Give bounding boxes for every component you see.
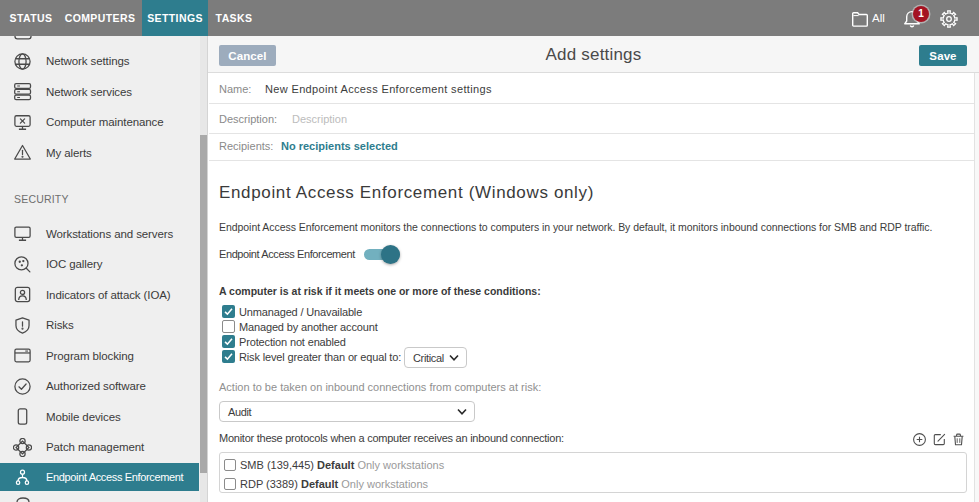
sidebar-item-indicators-of-attack[interactable]: Indicators of attack (IOA) bbox=[0, 280, 199, 310]
toggle-label: Endpoint Access Enforcement bbox=[219, 248, 355, 260]
divider bbox=[209, 103, 975, 104]
checkbox-managed-by-another-account[interactable] bbox=[222, 320, 235, 333]
warning-triangle-icon bbox=[13, 143, 32, 162]
section-title: Endpoint Access Enforcement (Windows onl… bbox=[219, 183, 594, 203]
sidebar-section-security: SECURITY bbox=[14, 193, 69, 205]
protocol-rdp-text: RDP (3389) Default Only workstations bbox=[240, 478, 428, 490]
sidebar-item-endpoint-access-enforcement[interactable]: Endpoint Access Enforcement bbox=[0, 463, 199, 491]
divider bbox=[209, 133, 975, 134]
tab-tasks[interactable]: TASKS bbox=[210, 0, 258, 36]
chevron-down-icon bbox=[457, 408, 467, 415]
monitor-icon bbox=[13, 224, 32, 243]
phone-icon bbox=[13, 407, 32, 426]
risk-level-select[interactable]: Critical bbox=[404, 347, 467, 368]
save-button[interactable]: Save bbox=[919, 45, 967, 66]
sidebar-item-my-alerts[interactable]: My alerts bbox=[0, 138, 199, 168]
section-description: Endpoint Access Enforcement monitors the… bbox=[219, 221, 932, 233]
add-icon[interactable] bbox=[913, 433, 926, 446]
gear-icon[interactable] bbox=[939, 9, 959, 29]
network-nodes-icon bbox=[13, 468, 32, 487]
monitor-x-icon bbox=[13, 113, 32, 132]
toggle-knob[interactable] bbox=[381, 245, 400, 264]
sidebar-item-network-services[interactable]: Network services bbox=[0, 77, 199, 107]
main-tabs: STATUS COMPUTERS SETTINGS TASKS bbox=[4, 0, 260, 36]
folder-all-label[interactable]: All bbox=[872, 0, 885, 36]
folder-icon[interactable] bbox=[851, 10, 869, 27]
checkbox-protection-not-enabled[interactable] bbox=[222, 335, 235, 348]
partial-item-icon-top bbox=[14, 36, 32, 40]
divider bbox=[209, 160, 975, 161]
sidebar-scrollbar-thumb[interactable] bbox=[200, 135, 207, 473]
top-navigation-bar: STATUS COMPUTERS SETTINGS TASKS All 1 bbox=[0, 0, 979, 36]
action-label: Action to be taken on inbound connection… bbox=[219, 381, 541, 393]
protocols-label: Monitor these protocols when a computer … bbox=[219, 432, 564, 444]
chevron-down-icon bbox=[449, 354, 459, 361]
window-icon bbox=[13, 346, 32, 365]
tab-computers[interactable]: COMPUTERS bbox=[60, 0, 140, 36]
sidebar-item-program-blocking[interactable]: Program blocking bbox=[0, 341, 199, 371]
description-label: Description: bbox=[219, 113, 277, 125]
checkbox-rdp[interactable] bbox=[224, 478, 236, 490]
sidebar-item-workstations-and-servers[interactable]: Workstations and servers bbox=[0, 219, 199, 249]
name-label: Name: bbox=[219, 83, 251, 95]
page-title: Add settings bbox=[208, 45, 979, 65]
notification-badge[interactable]: 1 bbox=[913, 6, 929, 22]
condition-label: Protection not enabled bbox=[239, 336, 346, 348]
action-select[interactable]: Audit bbox=[219, 401, 475, 422]
sidebar-item-patch-management[interactable]: Patch management bbox=[0, 432, 199, 462]
condition-label: Unmanaged / Unavailable bbox=[239, 306, 362, 318]
servers-icon bbox=[13, 82, 32, 101]
condition-label: Risk level greater than or equal to: bbox=[239, 351, 401, 363]
sidebar-item-network-settings[interactable]: Network settings bbox=[0, 46, 199, 76]
checkbox-risk-level[interactable] bbox=[222, 350, 235, 363]
partial-item-icon-bottom bbox=[14, 496, 32, 502]
sidebar-item-ioc-gallery[interactable]: IOC gallery bbox=[0, 249, 199, 279]
delete-icon[interactable] bbox=[952, 433, 965, 446]
sidebar-item-authorized-software[interactable]: Authorized software bbox=[0, 371, 199, 401]
knot-icon bbox=[13, 438, 32, 457]
globe-icon bbox=[13, 52, 32, 71]
main-scrollbar-track[interactable] bbox=[974, 73, 979, 502]
recipients-label: Recipients: bbox=[219, 140, 273, 152]
protocol-smb-text: SMB (139,445) Default Only workstations bbox=[240, 459, 444, 471]
sidebar-item-risks[interactable]: Risks bbox=[0, 310, 199, 340]
sidebar-item-computer-maintenance[interactable]: Computer maintenance bbox=[0, 107, 199, 137]
recipients-link[interactable]: No recipients selected bbox=[281, 140, 398, 152]
sidebar-item-mobile-devices[interactable]: Mobile devices bbox=[0, 402, 199, 432]
check-circle-icon bbox=[13, 377, 32, 396]
shield-exclamation-icon bbox=[13, 316, 32, 335]
checkbox-smb[interactable] bbox=[224, 459, 236, 471]
tab-status[interactable]: STATUS bbox=[4, 0, 58, 36]
condition-label: Managed by another account bbox=[239, 321, 378, 333]
checkbox-unmanaged-unavailable[interactable] bbox=[222, 305, 235, 318]
description-input[interactable]: Description bbox=[292, 113, 347, 125]
name-value[interactable]: New Endpoint Access Enforcement settings bbox=[265, 83, 492, 95]
search-dots-icon bbox=[13, 255, 32, 274]
conditions-heading: A computer is at risk if it meets one or… bbox=[219, 285, 541, 297]
edit-icon[interactable] bbox=[933, 433, 946, 446]
person-badge-icon bbox=[13, 285, 32, 304]
tab-settings[interactable]: SETTINGS bbox=[142, 0, 208, 36]
